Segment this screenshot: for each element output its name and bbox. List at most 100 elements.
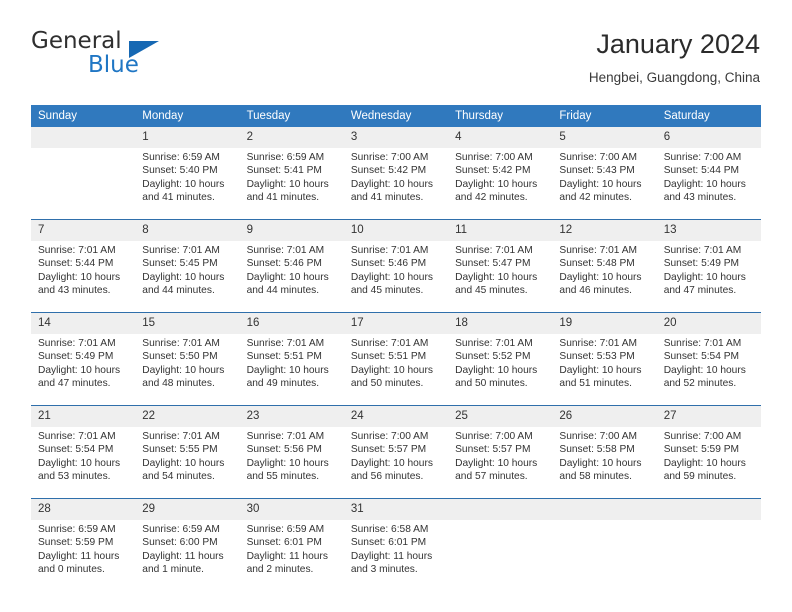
weekday-header-friday: Friday (552, 105, 657, 127)
calendar-day-cell[interactable]: 22 Sunrise: 7:01 AM Sunset: 5:55 PM Dayligh… (135, 405, 240, 499)
day-number: 11 (448, 220, 553, 241)
sunset-text: Sunset: 5:48 PM (559, 258, 635, 270)
day-number: 5 (552, 127, 657, 148)
calendar-grid: Sunday Monday Tuesday Wednesday Thursday… (31, 105, 761, 591)
daylight-text: Daylight: 10 hours and 44 minutes. (246, 271, 329, 296)
calendar-day-cell[interactable]: 27 Sunrise: 7:00 AM Sunset: 5:59 PM Dayligh… (656, 405, 761, 499)
sunset-text: Sunset: 5:44 PM (38, 258, 114, 270)
day-details: Sunrise: 7:01 AM Sunset: 5:46 PM Daylight:… (240, 241, 344, 312)
calendar-day-cell[interactable]: 7 Sunrise: 7:01 AM Sunset: 5:44 PM Daylight… (31, 219, 136, 313)
calendar-day-cell[interactable]: 2 Sunrise: 6:59 AM Sunset: 5:41 PM Daylight… (239, 127, 344, 220)
day-details: Sunrise: 7:00 AM Sunset: 5:57 PM Daylight:… (344, 427, 448, 498)
calendar-day-cell-empty (31, 127, 136, 220)
sunset-text: Sunset: 5:49 PM (663, 258, 740, 270)
calendar-day-cell[interactable]: 21 Sunrise: 7:01 AM Sunset: 5:54 PM Dayligh… (31, 405, 136, 499)
day-details: Sunrise: 7:01 AM Sunset: 5:49 PM Daylight:… (657, 241, 761, 312)
day-number: 14 (31, 313, 136, 334)
daylight-text: Daylight: 10 hours and 59 minutes. (663, 457, 746, 482)
brand-name-general: General (31, 28, 122, 54)
calendar-day-cell[interactable]: 31 Sunrise: 6:58 AM Sunset: 6:01 PM Dayligh… (343, 498, 449, 591)
day-details: Sunrise: 7:01 AM Sunset: 5:44 PM Daylight:… (31, 241, 135, 312)
calendar-day-cell[interactable]: 10 Sunrise: 7:01 AM Sunset: 5:46 PM Dayligh… (343, 219, 449, 313)
calendar-day-cell[interactable]: 15 Sunrise: 7:01 AM Sunset: 5:50 PM Dayligh… (135, 312, 240, 406)
sunset-text: Sunset: 5:54 PM (663, 351, 740, 363)
day-details: Sunrise: 6:59 AM Sunset: 5:41 PM Daylight:… (240, 148, 344, 219)
daylight-text: Daylight: 10 hours and 50 minutes. (350, 364, 433, 389)
calendar-day-cell[interactable]: 14 Sunrise: 7:01 AM Sunset: 5:49 PM Dayligh… (31, 312, 136, 406)
daylight-text: Daylight: 10 hours and 41 minutes. (142, 178, 225, 203)
calendar-day-cell[interactable]: 20 Sunrise: 7:01 AM Sunset: 5:54 PM Dayligh… (656, 312, 761, 406)
calendar-day-cell[interactable]: 28 Sunrise: 6:59 AM Sunset: 5:59 PM Dayligh… (31, 498, 136, 591)
sunset-text: Sunset: 5:54 PM (38, 444, 114, 456)
calendar-day-cell[interactable]: 19 Sunrise: 7:01 AM Sunset: 5:53 PM Dayligh… (552, 312, 657, 406)
sunset-text: Sunset: 5:55 PM (142, 444, 218, 456)
calendar-day-cell[interactable]: 9 Sunrise: 7:01 AM Sunset: 5:46 PM Daylight… (239, 219, 344, 313)
calendar-body: 1 Sunrise: 6:59 AM Sunset: 5:40 PM Daylight… (31, 127, 761, 591)
calendar-day-cell[interactable]: 12 Sunrise: 7:01 AM Sunset: 5:48 PM Dayligh… (552, 219, 657, 313)
sunset-text: Sunset: 5:40 PM (142, 165, 218, 177)
calendar-day-cell[interactable]: 3 Sunrise: 7:00 AM Sunset: 5:42 PM Daylight… (343, 127, 449, 220)
calendar-day-cell[interactable]: 29 Sunrise: 6:59 AM Sunset: 6:00 PM Dayligh… (135, 498, 240, 591)
day-details: Sunrise: 7:01 AM Sunset: 5:53 PM Daylight:… (552, 334, 656, 405)
day-number: 12 (552, 220, 657, 241)
calendar-day-cell[interactable]: 30 Sunrise: 6:59 AM Sunset: 6:01 PM Dayligh… (239, 498, 344, 591)
calendar-day-cell[interactable]: 11 Sunrise: 7:01 AM Sunset: 5:47 PM Dayligh… (448, 219, 553, 313)
daylight-text: Daylight: 10 hours and 42 minutes. (455, 178, 538, 203)
sunrise-text: Sunrise: 7:00 AM (455, 431, 533, 442)
calendar-day-cell[interactable]: 4 Sunrise: 7:00 AM Sunset: 5:42 PM Daylight… (448, 127, 553, 220)
sunrise-text: Sunrise: 7:01 AM (38, 431, 116, 442)
calendar-day-cell[interactable]: 25 Sunrise: 7:00 AM Sunset: 5:57 PM Dayligh… (448, 405, 553, 499)
calendar-day-cell[interactable]: 5 Sunrise: 7:00 AM Sunset: 5:43 PM Daylight… (552, 127, 657, 220)
day-number: 6 (656, 127, 761, 148)
calendar-page: General Blue January 2024 Hengbei, Guang… (0, 0, 792, 612)
sunset-text: Sunset: 5:46 PM (350, 258, 427, 270)
calendar-day-cell[interactable]: 23 Sunrise: 7:01 AM Sunset: 5:56 PM Dayligh… (239, 405, 344, 499)
calendar-day-cell[interactable]: 1 Sunrise: 6:59 AM Sunset: 5:40 PM Daylight… (135, 127, 240, 220)
sunrise-text: Sunrise: 6:59 AM (246, 152, 325, 163)
calendar-day-cell[interactable]: 6 Sunrise: 7:00 AM Sunset: 5:44 PM Daylight… (656, 127, 761, 220)
calendar-day-cell[interactable]: 8 Sunrise: 7:01 AM Sunset: 5:45 PM Daylight… (135, 219, 240, 313)
day-details: Sunrise: 7:01 AM Sunset: 5:45 PM Daylight:… (135, 241, 239, 312)
calendar-day-cell[interactable]: 17 Sunrise: 7:01 AM Sunset: 5:51 PM Dayligh… (343, 312, 449, 406)
daylight-text: Daylight: 10 hours and 41 minutes. (246, 178, 329, 203)
day-number: 23 (239, 406, 344, 427)
calendar-day-cell[interactable]: 13 Sunrise: 7:01 AM Sunset: 5:49 PM Dayligh… (656, 219, 761, 313)
daylight-text: Daylight: 10 hours and 42 minutes. (559, 178, 642, 203)
sunset-text: Sunset: 5:46 PM (246, 258, 322, 270)
day-number: 13 (656, 220, 761, 241)
calendar-day-cell[interactable]: 18 Sunrise: 7:01 AM Sunset: 5:52 PM Dayligh… (448, 312, 553, 406)
day-number: 30 (239, 499, 344, 520)
sunset-text: Sunset: 5:44 PM (663, 165, 740, 177)
sunset-text: Sunset: 5:47 PM (455, 258, 531, 270)
calendar-week-row: 7 Sunrise: 7:01 AM Sunset: 5:44 PM Daylight… (31, 219, 761, 313)
sunrise-text: Sunrise: 7:00 AM (559, 152, 637, 163)
sunset-text: Sunset: 5:59 PM (38, 537, 114, 549)
daylight-text: Daylight: 10 hours and 43 minutes. (663, 178, 746, 203)
day-number: 26 (552, 406, 657, 427)
day-details (552, 520, 656, 591)
sunrise-text: Sunrise: 7:01 AM (663, 338, 742, 349)
sunrise-text: Sunrise: 6:59 AM (142, 524, 220, 535)
calendar-day-cell[interactable]: 24 Sunrise: 7:00 AM Sunset: 5:57 PM Dayligh… (343, 405, 449, 499)
title-block: January 2024 Hengbei, Guangdong, China (589, 28, 760, 86)
daylight-text: Daylight: 11 hours and 2 minutes. (246, 550, 328, 575)
day-details: Sunrise: 7:00 AM Sunset: 5:57 PM Daylight:… (448, 427, 552, 498)
day-details (448, 520, 552, 591)
day-details: Sunrise: 7:01 AM Sunset: 5:48 PM Daylight:… (552, 241, 656, 312)
brand-logo: General Blue (31, 28, 251, 90)
calendar-day-cell[interactable]: 26 Sunrise: 7:00 AM Sunset: 5:58 PM Dayligh… (552, 405, 657, 499)
sunset-text: Sunset: 5:49 PM (38, 351, 114, 363)
calendar-day-cell[interactable]: 16 Sunrise: 7:01 AM Sunset: 5:51 PM Dayligh… (239, 312, 344, 406)
day-details: Sunrise: 7:00 AM Sunset: 5:43 PM Daylight:… (552, 148, 656, 219)
sunset-text: Sunset: 6:01 PM (246, 537, 322, 549)
sunset-text: Sunset: 5:53 PM (559, 351, 635, 363)
sunrise-text: Sunrise: 7:01 AM (38, 245, 116, 256)
day-details: Sunrise: 7:01 AM Sunset: 5:50 PM Daylight:… (135, 334, 239, 405)
day-number: 10 (343, 220, 449, 241)
day-details: Sunrise: 6:59 AM Sunset: 5:40 PM Daylight:… (135, 148, 239, 219)
day-number: 27 (656, 406, 761, 427)
day-number (31, 127, 136, 148)
day-details: Sunrise: 7:01 AM Sunset: 5:46 PM Daylight:… (344, 241, 448, 312)
sunset-text: Sunset: 5:51 PM (350, 351, 427, 363)
day-number: 25 (448, 406, 553, 427)
